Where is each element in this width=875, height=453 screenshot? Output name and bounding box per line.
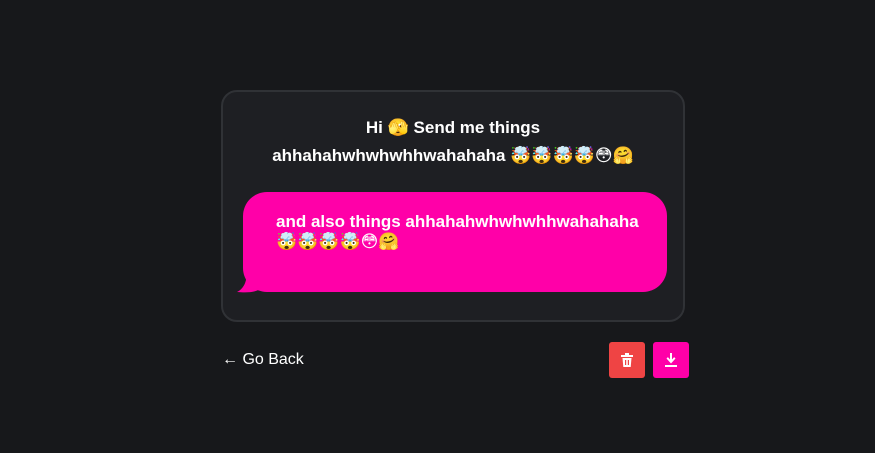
- go-back-link[interactable]: ← Go Back: [222, 349, 304, 371]
- delete-button[interactable]: [609, 342, 645, 378]
- download-icon: [665, 353, 677, 367]
- download-button[interactable]: [653, 342, 689, 378]
- question-card: Hi 🫣 Send me things ahhahahwhwhwhhwahaha…: [221, 90, 685, 322]
- question-line-1: Hi 🫣 Send me things: [365, 118, 541, 137]
- reply-text: and also things ahhahahwhwhwhhwahahaha 🤯…: [276, 212, 639, 251]
- trash-icon: [621, 353, 633, 367]
- question-line-2: ahhahahwhwhwhhwahahaha 🤯🤯🤯🤯😳🤗: [272, 146, 634, 165]
- question-text: Hi 🫣 Send me things ahhahahwhwhwhhwahaha…: [223, 114, 683, 170]
- reply-bubble: and also things ahhahahwhwhwhhwahahaha 🤯…: [243, 192, 667, 292]
